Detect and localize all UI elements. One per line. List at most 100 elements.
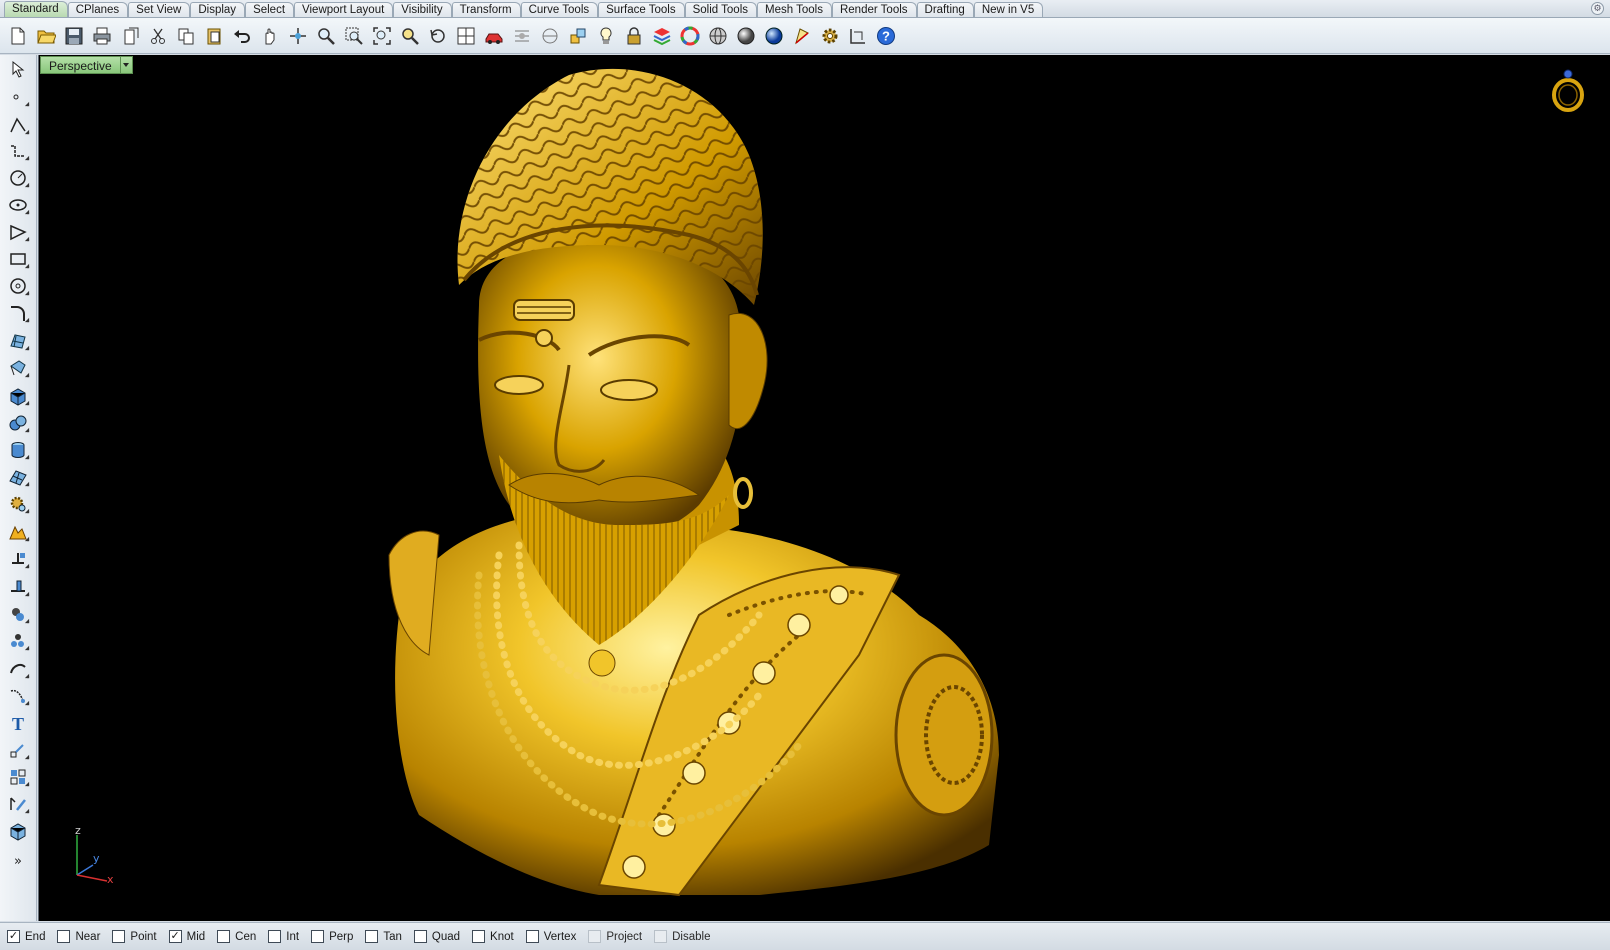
import-icon[interactable] (117, 23, 143, 49)
osnap-near-checkbox[interactable] (57, 930, 71, 943)
join-icon[interactable] (5, 602, 31, 626)
project-curve-icon[interactable] (5, 684, 31, 708)
zoom-window-icon[interactable] (341, 23, 367, 49)
dimension-tool-icon[interactable] (5, 738, 31, 762)
osnap-disable-checkbox[interactable] (654, 930, 668, 943)
surface-icon[interactable] (5, 329, 31, 353)
polyline-icon[interactable] (5, 113, 31, 137)
cut-icon[interactable] (145, 23, 171, 49)
osnap-mid[interactable]: ✓ Mid (168, 930, 205, 943)
rotate-view-icon[interactable] (285, 23, 311, 49)
toolbar-options-icon[interactable]: ⚙ (1591, 2, 1604, 15)
osnap-quad-checkbox[interactable] (413, 930, 427, 943)
tab-select[interactable]: Select (245, 2, 295, 17)
fillet-curve-icon[interactable] (5, 301, 31, 325)
render-icon[interactable] (789, 23, 815, 49)
circle-icon[interactable] (5, 166, 31, 190)
trim-icon[interactable] (5, 575, 31, 599)
shaded-sphere-icon[interactable] (733, 23, 759, 49)
four-viewports-icon[interactable] (453, 23, 479, 49)
tab-standard[interactable]: Standard (4, 1, 68, 17)
car-options-icon[interactable] (481, 23, 507, 49)
undo-icon[interactable] (229, 23, 255, 49)
tab-drafting[interactable]: Drafting (916, 2, 974, 17)
osnap-point-checkbox[interactable] (112, 930, 126, 943)
lock-icon[interactable] (621, 23, 647, 49)
transform-gear-icon[interactable] (5, 492, 31, 516)
cplane-icon[interactable] (537, 23, 563, 49)
osnap-cen[interactable]: Cen (217, 930, 256, 943)
tab-transform[interactable]: Transform (451, 2, 521, 17)
tab-new-in-v5[interactable]: New in V5 (973, 2, 1044, 17)
tab-set-view[interactable]: Set View (128, 2, 191, 17)
osnap-vertex-checkbox[interactable] (525, 930, 539, 943)
tab-curve-tools[interactable]: Curve Tools (520, 2, 599, 17)
help-icon[interactable]: ? (873, 23, 899, 49)
osnap-knot[interactable]: Knot (472, 930, 514, 943)
osnap-tan[interactable]: Tan (365, 930, 402, 943)
explode-icon[interactable] (5, 629, 31, 653)
osnap-disable[interactable]: Disable (654, 930, 710, 943)
group-icon[interactable] (5, 792, 31, 816)
light-bulb-icon[interactable] (593, 23, 619, 49)
osnap-end-checkbox[interactable]: ✓ (7, 930, 20, 943)
tab-render-tools[interactable]: Render Tools (831, 2, 917, 17)
new-file-icon[interactable] (5, 23, 31, 49)
pan-hand-icon[interactable] (257, 23, 283, 49)
print-icon[interactable] (89, 23, 115, 49)
zoom-extents-icon[interactable] (369, 23, 395, 49)
gear-options-icon[interactable] (817, 23, 843, 49)
tab-visibility[interactable]: Visibility (393, 2, 452, 17)
split-icon[interactable] (5, 547, 31, 571)
color-wheel-icon[interactable] (677, 23, 703, 49)
text-icon[interactable]: T (5, 711, 31, 735)
osnap-project[interactable]: Project (588, 930, 642, 943)
osnap-vertex[interactable]: Vertex (525, 930, 576, 943)
osnap-point[interactable]: Point (112, 930, 157, 943)
layer-icon[interactable] (649, 23, 675, 49)
osnap-knot-checkbox[interactable] (472, 930, 486, 943)
curve-icon[interactable] (5, 139, 31, 163)
tab-mesh-tools[interactable]: Mesh Tools (757, 2, 832, 17)
osnap-tan-checkbox[interactable] (365, 930, 379, 943)
sphere-solid-icon[interactable] (5, 411, 31, 435)
tab-display[interactable]: Display (190, 2, 246, 17)
osnap-perp-checkbox[interactable] (311, 930, 325, 943)
point-icon[interactable] (5, 85, 31, 109)
copy-icon[interactable] (173, 23, 199, 49)
save-icon[interactable] (61, 23, 87, 49)
mesh-icon[interactable] (5, 465, 31, 489)
osnap-project-checkbox[interactable] (588, 930, 602, 943)
osnap-near[interactable]: Near (57, 930, 100, 943)
osnap-end[interactable]: ✓ End (7, 930, 45, 943)
zoom-selected-icon[interactable] (397, 23, 423, 49)
osnap-perp[interactable]: Perp (311, 930, 353, 943)
viewport-title-tab[interactable]: Perspective (40, 56, 133, 74)
cylinder-solid-icon[interactable] (5, 438, 31, 462)
select-arrow-icon[interactable] (5, 57, 31, 81)
arc-icon[interactable] (5, 274, 31, 298)
wireframe-sphere-icon[interactable] (705, 23, 731, 49)
box-solid-icon[interactable] (5, 384, 31, 408)
rectangle-icon[interactable] (5, 247, 31, 271)
open-folder-icon[interactable] (33, 23, 59, 49)
osnap-int-checkbox[interactable] (268, 930, 282, 943)
surface-from-curves-icon[interactable] (5, 356, 31, 380)
rendered-sphere-icon[interactable] (761, 23, 787, 49)
tab-viewport-layout[interactable]: Viewport Layout (294, 2, 394, 17)
osnap-int[interactable]: Int (268, 930, 299, 943)
polygon-icon[interactable] (5, 220, 31, 244)
paste-icon[interactable] (201, 23, 227, 49)
boolean-icon[interactable] (5, 520, 31, 544)
perspective-viewport[interactable]: Perspective z y x (38, 55, 1610, 921)
tab-surface-tools[interactable]: Surface Tools (598, 2, 685, 17)
snap-point-icon[interactable] (565, 23, 591, 49)
curve-from-object-icon[interactable] (5, 657, 31, 681)
tab-cplanes[interactable]: CPlanes (67, 2, 129, 17)
viewport-title-label[interactable]: Perspective (40, 56, 121, 74)
grid-toggle-icon[interactable] (509, 23, 535, 49)
block-icon[interactable] (5, 819, 31, 843)
dimension-icon[interactable] (845, 23, 871, 49)
ring-gumball-icon[interactable] (1548, 65, 1588, 115)
expand-toolbar-icon[interactable]: » (5, 848, 31, 872)
